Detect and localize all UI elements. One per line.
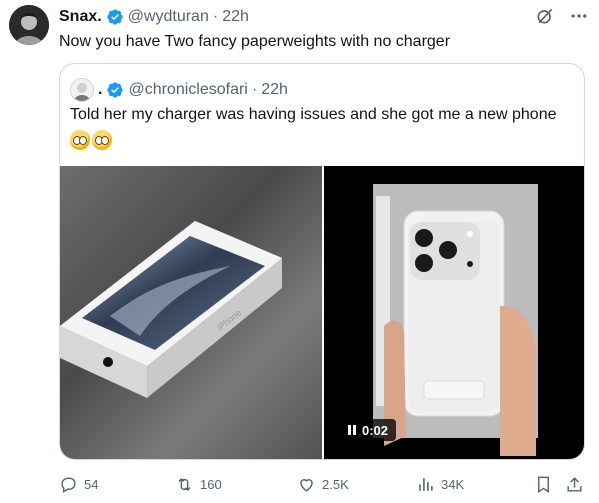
views-icon xyxy=(416,475,435,494)
quote-emojis xyxy=(70,130,112,150)
pause-icon xyxy=(348,425,356,435)
quoted-tweet[interactable]: . @chroniclesofari · 22h Told her my cha… xyxy=(59,63,585,460)
views-count: 34K xyxy=(441,476,465,492)
tweet-text: Now you have Two fancy paperweights with… xyxy=(59,33,451,50)
like-count: 2.5K xyxy=(322,476,349,492)
quote-author-handle[interactable]: @chroniclesofari xyxy=(128,81,247,99)
grok-icon[interactable] xyxy=(535,6,555,26)
white-phone-video[interactable]: 0:02 xyxy=(324,166,584,459)
quote-media: iPhone 0:02 xyxy=(60,166,584,459)
more-icon[interactable] xyxy=(569,6,589,26)
quote-header: . @chroniclesofari · 22h xyxy=(70,78,288,102)
bookmark-icon xyxy=(534,475,553,494)
separator-dot: · xyxy=(212,8,219,25)
quote-author-avatar[interactable] xyxy=(70,78,94,102)
author-handle[interactable]: @wydturan xyxy=(128,8,209,26)
repost-count: 160 xyxy=(200,476,222,492)
like-icon xyxy=(297,475,316,494)
verified-badge-icon xyxy=(106,81,124,99)
bookmark-button[interactable] xyxy=(534,475,553,494)
video-time: 0:02 xyxy=(362,422,389,438)
reply-button[interactable]: 54 xyxy=(59,475,98,494)
iphone-box-photo[interactable]: iPhone xyxy=(60,166,322,459)
views-button[interactable]: 34K xyxy=(416,475,464,494)
pleading-face-emoji-icon xyxy=(70,130,90,150)
like-button[interactable]: 2.5K xyxy=(297,475,349,494)
video-time-badge[interactable]: 0:02 xyxy=(340,419,397,441)
repost-icon xyxy=(175,475,194,494)
author-avatar[interactable] xyxy=(9,5,49,45)
reply-icon xyxy=(59,475,78,494)
pleading-face-emoji-icon xyxy=(92,130,112,150)
tweet-header: Snax. @wydturan · 22h xyxy=(59,6,249,28)
tweet-action-bar: 54 160 2.5K 34K xyxy=(59,469,589,499)
quote-author-name[interactable]: . xyxy=(98,81,102,99)
quote-text: Told her my charger was having issues an… xyxy=(70,106,557,123)
author-name[interactable]: Snax. xyxy=(59,8,102,26)
verified-badge-icon xyxy=(106,8,124,26)
share-button[interactable] xyxy=(565,475,584,494)
repost-button[interactable]: 160 xyxy=(175,475,222,494)
separator-dot: · xyxy=(251,81,258,98)
header-actions xyxy=(535,6,589,26)
tweet-time[interactable]: 22h xyxy=(222,8,249,26)
reply-count: 54 xyxy=(84,476,99,492)
quote-time[interactable]: 22h xyxy=(261,81,288,99)
share-icon xyxy=(565,475,584,494)
